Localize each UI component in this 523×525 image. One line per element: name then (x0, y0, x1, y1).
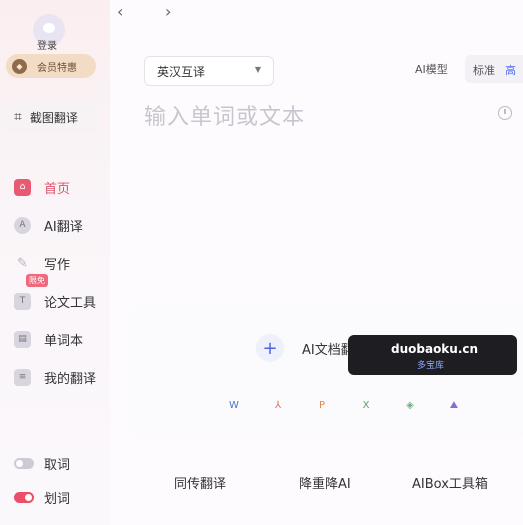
language-pair-value: 英汉互译 (157, 64, 206, 79)
sidebar-item-my-translations[interactable]: ≡ 我的翻译 (14, 365, 104, 389)
rewrite-reduce-ai-link[interactable]: 降重降AI (299, 473, 351, 492)
toggle-switch[interactable] (14, 491, 34, 503)
watermark-name: 多宝库 (417, 361, 445, 371)
screenshot-translate-label: 截图翻译 (29, 110, 78, 125)
language-pair-select[interactable]: 英汉互译 ▼ (144, 56, 274, 86)
simultaneous-interpret-link[interactable]: 同传翻译 (174, 473, 226, 492)
toggle-label: 取词 (44, 457, 71, 473)
diamond-icon: ◆ (12, 58, 27, 74)
plus-icon[interactable]: + (256, 334, 284, 362)
ebook-format-icon: ◈ (406, 399, 414, 411)
ppt-format-icon: P (318, 399, 326, 411)
member-offer-label: 会员特惠 (37, 62, 77, 74)
login-label[interactable]: 登录 (37, 37, 57, 52)
sidebar-item-paper-tools[interactable]: 限免 T 论文工具 (14, 274, 104, 313)
watermark-overlay: duobaoku.cn 多宝库 (348, 335, 517, 375)
wordbook-icon: ▤ (14, 330, 31, 348)
sidebar-item-label: 单词本 (44, 333, 84, 349)
sidebar-item-ai-translate[interactable]: A AI翻译 (14, 213, 104, 237)
my-translation-icon: ≡ (14, 368, 31, 386)
sidebar-item-wordbook[interactable]: ▤ 单词本 (14, 327, 104, 351)
ai-translate-icon: A (14, 216, 31, 234)
pdf-format-icon: ⅄ (274, 399, 282, 411)
sidebar-item-label: 写作 (44, 257, 71, 273)
model-mode-tabs: 标准 高 (465, 55, 523, 83)
translation-input[interactable]: 输入单词或文本 (144, 99, 305, 131)
aibox-toolbox-link[interactable]: AIBox工具箱 (412, 473, 488, 492)
crop-icon: ⌗ (14, 109, 22, 125)
word-pick-toggle[interactable]: 取词 (14, 452, 70, 474)
forward-arrow-icon[interactable]: › (165, 2, 171, 21)
free-badge: 限免 (26, 274, 48, 287)
member-offer-button[interactable]: ◆ 会员特惠 (6, 54, 96, 78)
screenshot-translate-button[interactable]: ⌗ 截图翻译 (0, 101, 98, 133)
main-panel: ‹ › 英汉互译 ▼ AI模型 标准 高 输入单词或文本 + AI文档翻译 W … (110, 0, 523, 525)
sidebar-item-label: 我的翻译 (44, 371, 97, 387)
tab-standard[interactable]: 标准 (473, 62, 495, 78)
word-format-icon: W (229, 399, 239, 411)
paper-tool-icon: T (14, 292, 31, 310)
ai-model-label: AI模型 (415, 63, 448, 76)
tab-high[interactable]: 高 (505, 62, 516, 78)
watermark-site: duobaoku.cn (391, 342, 479, 356)
chevron-down-icon: ▼ (254, 65, 261, 74)
sidebar-item-home[interactable]: ⌂ 首页 (14, 175, 104, 199)
history-icon[interactable] (498, 106, 512, 120)
excel-format-icon: X (362, 399, 370, 411)
sidebar-item-label: 论文工具 (44, 295, 97, 311)
sidebar-item-writing[interactable]: ✎ 写作 (14, 251, 104, 275)
home-icon: ⌂ (14, 178, 31, 196)
sidebar: 登录 ◆ 会员特惠 ⌗ 截图翻译 ⌂ 首页 A AI翻译 ✎ 写作 限免 T 论… (0, 0, 110, 525)
toggle-label: 划词 (44, 491, 71, 507)
pen-icon: ✎ (17, 255, 28, 271)
back-arrow-icon[interactable]: ‹ (117, 2, 123, 21)
selection-translate-toggle[interactable]: 划词 (14, 486, 70, 508)
sidebar-item-label: 首页 (44, 181, 71, 197)
image-format-icon: ⛰ (449, 399, 459, 411)
sidebar-item-label: AI翻译 (44, 219, 83, 235)
toggle-switch[interactable] (14, 457, 34, 469)
